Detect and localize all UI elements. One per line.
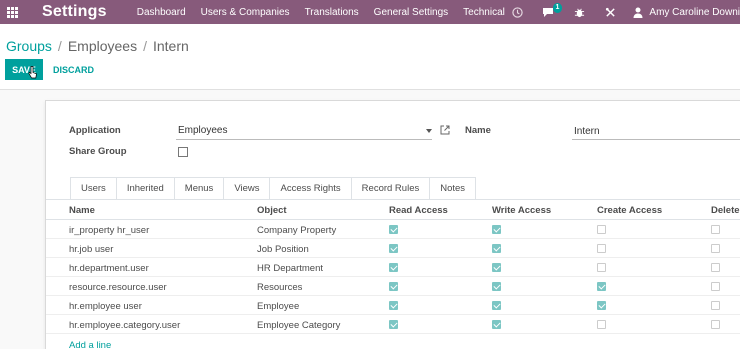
row-object-cell: Job Position (257, 244, 309, 255)
write-access-checkbox[interactable] (492, 301, 501, 310)
delete-access-checkbox[interactable] (711, 320, 720, 329)
table-row[interactable]: resource.resource.user Resources (46, 277, 740, 296)
table-row[interactable]: hr.department.user HR Department (46, 258, 740, 277)
read-access-checkbox[interactable] (389, 320, 398, 329)
row-object-cell: Company Property (257, 225, 337, 236)
tab-views[interactable]: Views (223, 177, 271, 199)
create-access-checkbox[interactable] (597, 282, 606, 291)
top-navbar: Settings Dashboard Users & Companies Tra… (0, 0, 740, 24)
write-access-checkbox[interactable] (492, 320, 501, 329)
apps-menu-icon[interactable] (0, 0, 24, 24)
create-access-checkbox[interactable] (597, 320, 606, 329)
menu-dashboard[interactable]: Dashboard (137, 7, 186, 18)
menu-users-companies[interactable]: Users & Companies (201, 7, 290, 18)
breadcrumb-employees[interactable]: Employees (68, 38, 137, 54)
user-avatar-icon[interactable] (631, 0, 645, 24)
external-link-icon[interactable] (440, 125, 450, 135)
table-row[interactable]: hr.employee user Employee (46, 296, 740, 315)
name-field-underline (572, 139, 740, 140)
column-header-object[interactable]: Object (257, 205, 287, 216)
tab-record-rules[interactable]: Record Rules (350, 177, 431, 199)
row-name-cell: hr.employee user (69, 301, 142, 312)
form-sheet: Application Employees Name Intern Share … (45, 100, 740, 349)
column-header-name[interactable]: Name (69, 205, 95, 216)
delete-access-checkbox[interactable] (711, 225, 720, 234)
messages-icon[interactable]: 1 (538, 0, 563, 24)
write-access-checkbox[interactable] (492, 263, 501, 272)
add-line-link[interactable]: Add a line (69, 340, 111, 349)
name-label: Name (465, 125, 491, 136)
control-panel: Groups / Employees / Intern SAVE DISCARD (0, 24, 740, 90)
column-header-create[interactable]: Create Access (597, 205, 662, 216)
dropdown-caret-icon[interactable] (426, 129, 432, 133)
row-name-cell: hr.department.user (69, 263, 149, 274)
read-access-checkbox[interactable] (389, 301, 398, 310)
access-rights-table: Name Object Read Access Write Access Cre… (46, 200, 740, 349)
row-name-cell: hr.job user (69, 244, 114, 255)
row-name-cell: resource.resource.user (69, 282, 167, 293)
discard-button[interactable]: DISCARD (53, 59, 94, 80)
application-field[interactable]: Employees (178, 125, 227, 136)
column-header-write[interactable]: Write Access (492, 205, 551, 216)
user-name[interactable]: Amy Caroline Downi (649, 7, 740, 18)
tab-notes[interactable]: Notes (429, 177, 477, 199)
create-access-checkbox[interactable] (597, 263, 606, 272)
mouse-pointer-icon (28, 66, 37, 79)
breadcrumb-groups[interactable]: Groups (6, 38, 52, 54)
tab-menus[interactable]: Menus (173, 177, 225, 199)
save-button[interactable]: SAVE (5, 59, 43, 80)
share-group-checkbox[interactable] (178, 147, 188, 157)
read-access-checkbox[interactable] (389, 225, 398, 234)
main-menu: Dashboard Users & Companies Translations… (137, 0, 520, 24)
notebook-tabs: Users Inherited Menus Views Access Right… (70, 177, 477, 199)
row-object-cell: Employee Category (257, 320, 341, 331)
row-object-cell: Resources (257, 282, 303, 293)
tools-icon[interactable] (600, 0, 620, 24)
read-access-checkbox[interactable] (389, 263, 398, 272)
app-title: Settings (42, 3, 107, 20)
bug-icon[interactable] (569, 0, 589, 24)
table-row[interactable]: hr.employee.category.user Employee Catego… (46, 315, 740, 334)
delete-access-checkbox[interactable] (711, 263, 720, 272)
delete-access-checkbox[interactable] (711, 282, 720, 291)
create-access-checkbox[interactable] (597, 301, 606, 310)
row-object-cell: Employee (257, 301, 300, 312)
application-label: Application (69, 125, 121, 136)
breadcrumb-separator: / (57, 38, 62, 54)
table-row[interactable]: ir_property hr_user Company Property (46, 220, 740, 239)
column-header-read[interactable]: Read Access (389, 205, 448, 216)
menu-translations[interactable]: Translations (305, 7, 359, 18)
table-row[interactable]: hr.job user Job Position (46, 239, 740, 258)
row-object-cell: HR Department (257, 263, 323, 274)
menu-general-settings[interactable]: General Settings (374, 7, 449, 18)
read-access-checkbox[interactable] (389, 282, 398, 291)
delete-access-checkbox[interactable] (711, 244, 720, 253)
breadcrumb: Groups / Employees / Intern (6, 38, 189, 54)
application-field-underline (176, 139, 432, 140)
messages-badge: 1 (552, 3, 563, 13)
row-name-cell: hr.employee.category.user (69, 320, 181, 331)
tab-users[interactable]: Users (70, 177, 117, 199)
create-access-checkbox[interactable] (597, 225, 606, 234)
read-access-checkbox[interactable] (389, 244, 398, 253)
tab-access-rights[interactable]: Access Rights (269, 177, 352, 199)
tab-inherited[interactable]: Inherited (115, 177, 175, 199)
write-access-checkbox[interactable] (492, 244, 501, 253)
add-line-row: Add a line (46, 334, 740, 349)
name-field[interactable]: Intern (574, 126, 600, 137)
write-access-checkbox[interactable] (492, 282, 501, 291)
share-group-label: Share Group (69, 146, 127, 157)
write-access-checkbox[interactable] (492, 225, 501, 234)
table-header: Name Object Read Access Write Access Cre… (46, 200, 740, 220)
column-header-delete[interactable]: Delete (711, 205, 740, 216)
create-access-checkbox[interactable] (597, 244, 606, 253)
navbar-systray: 1 Amy Caroline Downi (496, 0, 740, 24)
delete-access-checkbox[interactable] (711, 301, 720, 310)
row-name-cell: ir_property hr_user (69, 225, 150, 236)
clock-icon[interactable] (507, 0, 527, 24)
breadcrumb-current: Intern (152, 38, 189, 54)
breadcrumb-separator: / (143, 38, 147, 54)
